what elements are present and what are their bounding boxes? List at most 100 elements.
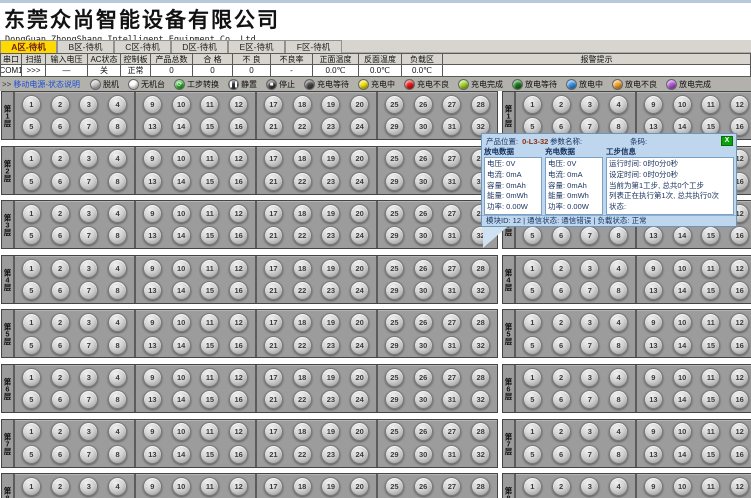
cell-button[interactable]: 5 bbox=[523, 281, 542, 300]
cell-button[interactable]: 15 bbox=[200, 226, 219, 245]
cell-button[interactable]: 8 bbox=[609, 445, 628, 464]
cell-button[interactable]: 14 bbox=[172, 390, 191, 409]
cell-button[interactable]: 2 bbox=[51, 368, 70, 387]
cell-button[interactable]: 12 bbox=[229, 204, 248, 223]
cell-button[interactable]: 12 bbox=[229, 149, 248, 168]
cell-button[interactable]: 4 bbox=[609, 95, 628, 114]
cell-button[interactable]: 8 bbox=[609, 226, 628, 245]
cell-button[interactable]: 1 bbox=[523, 368, 542, 387]
cell-button[interactable]: 9 bbox=[143, 313, 162, 332]
cell-button[interactable]: 26 bbox=[414, 368, 433, 387]
cell-button[interactable]: 14 bbox=[172, 445, 191, 464]
cell-button[interactable]: 4 bbox=[108, 149, 127, 168]
cell-button[interactable]: 13 bbox=[143, 336, 162, 355]
cell-button[interactable]: 21 bbox=[264, 226, 283, 245]
cell-button[interactable]: 19 bbox=[321, 368, 340, 387]
cell-button[interactable]: 20 bbox=[350, 149, 369, 168]
cell-button[interactable]: 9 bbox=[644, 313, 663, 332]
cell-button[interactable]: 16 bbox=[229, 390, 248, 409]
cell-button[interactable]: 12 bbox=[730, 259, 749, 278]
cell-button[interactable]: 17 bbox=[264, 204, 283, 223]
cell-button[interactable]: 8 bbox=[108, 336, 127, 355]
cell-button[interactable]: 29 bbox=[385, 226, 404, 245]
cell-button[interactable]: 12 bbox=[229, 368, 248, 387]
cell-button[interactable]: 17 bbox=[264, 95, 283, 114]
cell-button[interactable]: 15 bbox=[701, 390, 720, 409]
cell-button[interactable]: 2 bbox=[552, 368, 571, 387]
legend-title[interactable]: 移动电源-状态说明 bbox=[13, 79, 80, 90]
cell-button[interactable]: 2 bbox=[51, 204, 70, 223]
cell-button[interactable]: 5 bbox=[523, 336, 542, 355]
cell-button[interactable]: 7 bbox=[79, 445, 98, 464]
cell-button[interactable]: 5 bbox=[523, 226, 542, 245]
cell-button[interactable]: 20 bbox=[350, 477, 369, 496]
cell-button[interactable]: 1 bbox=[22, 368, 41, 387]
cell-button[interactable]: 13 bbox=[143, 117, 162, 136]
cell-button[interactable]: 7 bbox=[79, 281, 98, 300]
cell-button[interactable]: 17 bbox=[264, 259, 283, 278]
cell-button[interactable]: 13 bbox=[143, 172, 162, 191]
cell-button[interactable]: 10 bbox=[673, 477, 692, 496]
cell-button[interactable]: 14 bbox=[673, 390, 692, 409]
cell-button[interactable]: 2 bbox=[552, 259, 571, 278]
cell-button[interactable]: 2 bbox=[51, 259, 70, 278]
cell-button[interactable]: 1 bbox=[523, 259, 542, 278]
cell-button[interactable]: 12 bbox=[730, 95, 749, 114]
cell-button[interactable]: 15 bbox=[701, 445, 720, 464]
cell-button[interactable]: 25 bbox=[385, 149, 404, 168]
cell-button[interactable]: 14 bbox=[673, 445, 692, 464]
cell-button[interactable]: 8 bbox=[108, 390, 127, 409]
cell-button[interactable]: 8 bbox=[108, 172, 127, 191]
cell-button[interactable]: 11 bbox=[200, 259, 219, 278]
cell-button[interactable]: 1 bbox=[22, 422, 41, 441]
cell-button[interactable]: 22 bbox=[293, 336, 312, 355]
cell-button[interactable]: 21 bbox=[264, 445, 283, 464]
cell-button[interactable]: 26 bbox=[414, 477, 433, 496]
cell-button[interactable]: 20 bbox=[350, 204, 369, 223]
cell-button[interactable]: 3 bbox=[580, 422, 599, 441]
cell-button[interactable]: 1 bbox=[523, 422, 542, 441]
cell-button[interactable]: 25 bbox=[385, 204, 404, 223]
cell-button[interactable]: 17 bbox=[264, 368, 283, 387]
cell-button[interactable]: 23 bbox=[321, 390, 340, 409]
cell-button[interactable]: 6 bbox=[552, 445, 571, 464]
cell-button[interactable]: 3 bbox=[79, 95, 98, 114]
cell-button[interactable]: 6 bbox=[51, 226, 70, 245]
cell-button[interactable]: 4 bbox=[609, 313, 628, 332]
cell-button[interactable]: 9 bbox=[143, 368, 162, 387]
cell-button[interactable]: 18 bbox=[293, 368, 312, 387]
cell-button[interactable]: 5 bbox=[22, 336, 41, 355]
cell-button[interactable]: 19 bbox=[321, 204, 340, 223]
cell-button[interactable]: 12 bbox=[229, 313, 248, 332]
cell-button[interactable]: 3 bbox=[79, 422, 98, 441]
cell-button[interactable]: 27 bbox=[442, 422, 461, 441]
cell-button[interactable]: 11 bbox=[701, 368, 720, 387]
cell-button[interactable]: 1 bbox=[22, 204, 41, 223]
cell-button[interactable]: 3 bbox=[580, 313, 599, 332]
cell-button[interactable]: 1 bbox=[22, 477, 41, 496]
cell-button[interactable]: 9 bbox=[644, 422, 663, 441]
cell-button[interactable]: 3 bbox=[79, 149, 98, 168]
cell-button[interactable]: 1 bbox=[22, 149, 41, 168]
cell-button[interactable]: 2 bbox=[51, 422, 70, 441]
cell-button[interactable]: 7 bbox=[79, 390, 98, 409]
cell-button[interactable]: 28 bbox=[471, 368, 490, 387]
cell-button[interactable]: 8 bbox=[108, 445, 127, 464]
tab-zone-d[interactable]: D区-待机 bbox=[171, 40, 228, 53]
cell-button[interactable]: 4 bbox=[108, 422, 127, 441]
cell-button[interactable]: 20 bbox=[350, 368, 369, 387]
cell-button[interactable]: 15 bbox=[200, 172, 219, 191]
cell-button[interactable]: 13 bbox=[143, 445, 162, 464]
cell-button[interactable]: 9 bbox=[644, 95, 663, 114]
cell-button[interactable]: 11 bbox=[200, 313, 219, 332]
cell-button[interactable]: 16 bbox=[229, 281, 248, 300]
cell-button[interactable]: 4 bbox=[108, 477, 127, 496]
cell-button[interactable]: 28 bbox=[471, 477, 490, 496]
cell-button[interactable]: 27 bbox=[442, 313, 461, 332]
cell-button[interactable]: 28 bbox=[471, 313, 490, 332]
cell-button[interactable]: 21 bbox=[264, 117, 283, 136]
tab-zone-a[interactable]: A区-待机 bbox=[0, 40, 57, 53]
cell-button[interactable]: 1 bbox=[523, 477, 542, 496]
cell-button[interactable]: 3 bbox=[580, 95, 599, 114]
cell-button[interactable]: 4 bbox=[609, 259, 628, 278]
